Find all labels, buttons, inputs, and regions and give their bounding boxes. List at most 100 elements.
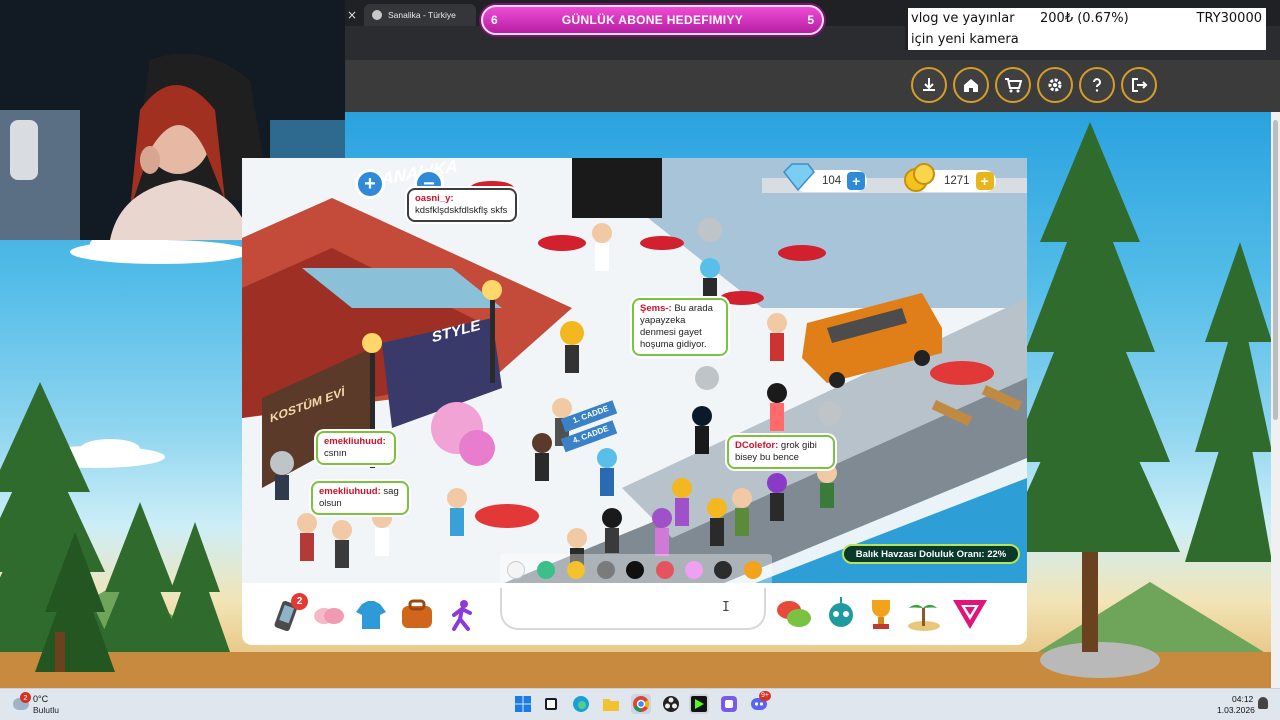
app-icon xyxy=(721,696,737,712)
buy-coins-button[interactable]: + xyxy=(975,172,994,190)
file-explorer-icon xyxy=(603,699,619,711)
browser-tab[interactable]: Sanalika - Türkiye xyxy=(364,4,476,26)
help-button[interactable] xyxy=(1079,67,1115,103)
island-icon xyxy=(908,604,940,631)
chat-bubble: DColefor: grok gibi bisey bu bence xyxy=(727,435,835,469)
gem-count: 104 xyxy=(822,175,842,187)
coin-counter: 1271 + xyxy=(904,163,996,192)
trophy-icon xyxy=(872,600,890,629)
coin-icon xyxy=(902,162,938,194)
color-swatch[interactable] xyxy=(597,561,615,579)
start-button[interactable] xyxy=(513,694,533,714)
friends-icon xyxy=(314,608,344,624)
notification-bell-icon[interactable] xyxy=(1258,697,1268,709)
home-button[interactable] xyxy=(953,67,989,103)
notification-count: 2 xyxy=(296,596,303,607)
zoom-in-icon: + xyxy=(364,172,376,195)
download-button[interactable] xyxy=(911,67,947,103)
color-swatch[interactable] xyxy=(567,561,585,579)
menu-triangle-icon xyxy=(953,600,987,629)
color-swatch[interactable] xyxy=(714,561,732,579)
page-scrollbar[interactable] xyxy=(1271,112,1280,688)
obs-icon xyxy=(663,696,679,712)
donation-amount: 200₺ (0.67%) xyxy=(1040,11,1129,26)
friends-button[interactable] xyxy=(312,600,346,630)
chrome-button[interactable] xyxy=(631,694,651,714)
island-button[interactable] xyxy=(906,598,942,632)
chat-bubble: oasni_y: kdsfklşdskfdlskflş skfs xyxy=(407,188,517,222)
scrollbar-thumb[interactable] xyxy=(1273,120,1278,420)
logout-icon xyxy=(1132,78,1148,92)
text-cursor-icon: I xyxy=(722,600,730,615)
assistant-button[interactable] xyxy=(826,594,856,630)
discord-badge: 9+ xyxy=(759,691,771,701)
tab-title: Sanalika - Türkiye xyxy=(388,10,456,20)
edge-icon xyxy=(573,696,589,712)
app-button[interactable] xyxy=(719,694,739,714)
fishing-capacity-text: Balık Havzası Doluluk Oranı: 22% xyxy=(855,548,1007,560)
start-icon xyxy=(515,696,531,712)
coin-count: 1271 xyxy=(944,175,970,187)
color-swatch[interactable] xyxy=(744,561,762,579)
close-tab-button[interactable]: × xyxy=(347,8,357,22)
file-explorer-button[interactable] xyxy=(601,694,621,714)
settings-button[interactable] xyxy=(1037,67,1073,103)
logout-button[interactable] xyxy=(1121,67,1157,103)
color-swatch[interactable] xyxy=(656,561,674,579)
chrome-icon xyxy=(633,696,650,713)
chat-bubbles-icon xyxy=(777,601,811,627)
download-icon xyxy=(923,78,935,91)
streamer-app-button[interactable] xyxy=(689,694,709,714)
discord-badge-count: 9+ xyxy=(761,692,769,699)
shop-button[interactable] xyxy=(995,67,1031,103)
chat-username: oasni_y: xyxy=(415,193,454,204)
buy-gems-button[interactable]: + xyxy=(847,172,866,190)
goal-target: 5 xyxy=(807,13,814,27)
game-world-view[interactable]: SANALIKA STYLE KOSTÜM EVİ 1. CADDE 4. CA… xyxy=(242,158,1027,588)
streamer-app-icon xyxy=(691,696,707,712)
chat-rooms-button[interactable] xyxy=(775,598,813,632)
weather-alert-count: 2 xyxy=(23,693,28,702)
clock-date[interactable]: 1.03.2026 xyxy=(1217,705,1255,715)
weather-alert-badge: 2 xyxy=(20,692,31,703)
main-menu-button[interactable] xyxy=(950,596,990,632)
chat-message: kdsfklşdskfdlskflş skfs xyxy=(415,205,508,216)
chat-username: emekliuhuud: xyxy=(319,486,381,497)
obs-button[interactable] xyxy=(661,694,681,714)
inventory-button[interactable] xyxy=(398,598,436,632)
chat-username: DColefor: xyxy=(735,440,779,451)
weather-temperature: 0°C xyxy=(33,694,49,704)
color-swatch[interactable] xyxy=(626,561,644,579)
weather-description: Bulutlu xyxy=(33,705,59,715)
dance-button[interactable] xyxy=(448,598,476,632)
donation-goal-widget: vlog ve yayınlar 200₺ (0.67%) TRY30000 i… xyxy=(905,8,1266,50)
chat-message: csnın xyxy=(324,448,347,459)
dance-icon xyxy=(452,600,472,631)
wardrobe-button[interactable] xyxy=(354,598,388,632)
fishing-capacity-label: Balık Havzası Doluluk Oranı: 22% xyxy=(842,544,1020,564)
chat-input[interactable]: I xyxy=(500,588,766,630)
settings-icon xyxy=(1048,78,1062,92)
street-scene xyxy=(242,158,1027,588)
color-swatch[interactable] xyxy=(507,561,525,579)
achievements-button[interactable] xyxy=(864,596,898,632)
bag-icon xyxy=(402,599,432,628)
favicon-icon xyxy=(372,10,382,20)
donation-title-line1: vlog ve yayınlar xyxy=(911,11,1015,26)
edge-button[interactable] xyxy=(571,694,591,714)
chat-bubble: emekliuhuud: sag olsun xyxy=(311,481,409,515)
chat-bubble: Şems-: Bu arada yapayzeka denmesi gayet … xyxy=(632,298,728,356)
zoom-in-button[interactable]: + xyxy=(355,169,385,199)
chat-username: Şems-: xyxy=(640,303,672,314)
gem-counter: 104 + xyxy=(783,163,868,192)
clock-time[interactable]: 04:12 xyxy=(1232,694,1253,704)
task-view-icon xyxy=(545,698,557,710)
color-swatch[interactable] xyxy=(685,561,703,579)
clothes-icon xyxy=(356,601,386,629)
task-view-button[interactable] xyxy=(541,694,561,714)
chat-username: emekliuhuud: xyxy=(324,436,386,447)
goal-label: GÜNLÜK ABONE HEDEFIMIYY xyxy=(561,13,744,27)
home-icon xyxy=(964,79,978,92)
color-swatch[interactable] xyxy=(537,561,555,579)
chat-bubble: emekliuhuud: csnın xyxy=(316,431,396,465)
